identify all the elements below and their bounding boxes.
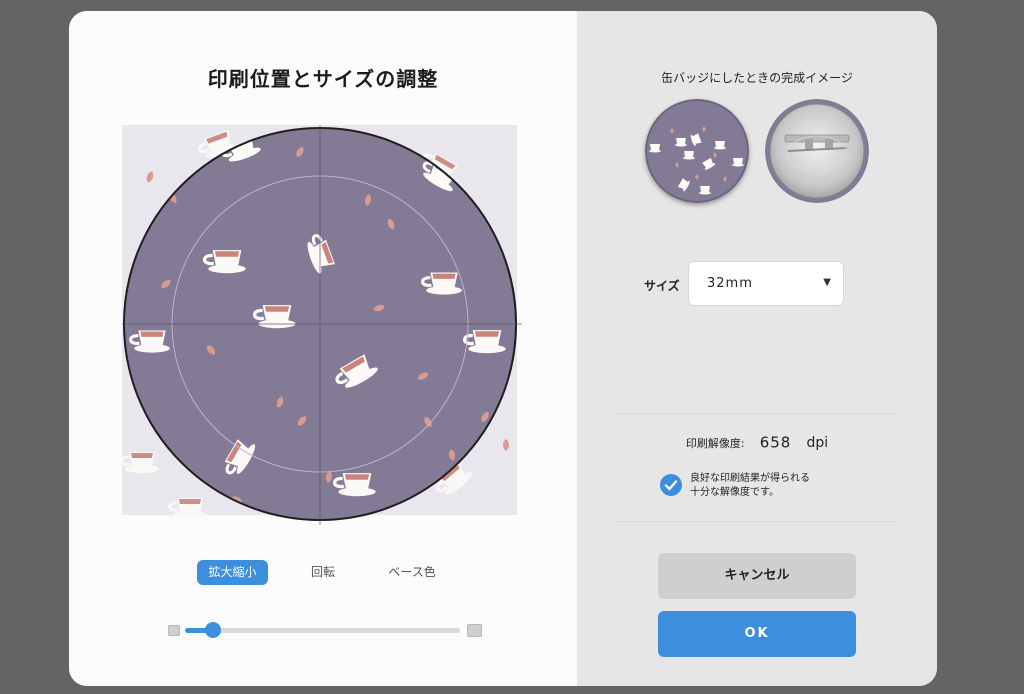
image-small-icon <box>168 625 180 636</box>
resolution-value: 658 <box>759 433 792 452</box>
resolution-row: 印刷解像度: 658 dpi <box>577 432 937 452</box>
resolution-unit: dpi <box>806 434 829 451</box>
zoom-slider-thumb[interactable] <box>205 622 221 638</box>
tab-rotate[interactable]: 回転 <box>301 560 345 585</box>
ok-button[interactable]: OK <box>658 611 856 657</box>
size-select[interactable]: 32mm ▼ <box>688 261 844 306</box>
tab-base-color[interactable]: ベース色 <box>383 560 441 585</box>
divider <box>617 413 897 414</box>
chevron-down-icon: ▼ <box>823 277 831 288</box>
badge-back-preview <box>765 99 869 203</box>
size-select-value: 32mm <box>707 276 753 291</box>
badge-canvas-svg[interactable] <box>122 125 522 525</box>
check-circle-icon <box>660 474 682 496</box>
size-label: サイズ <box>644 279 680 293</box>
tab-scale[interactable]: 拡大縮小 <box>197 560 268 585</box>
badge-editor-dialog: 印刷位置とサイズの調整 拡大縮小 回転 ベース色 缶バッジにしたときの完成イメー… <box>69 11 937 686</box>
editor-panel: 印刷位置とサイズの調整 拡大縮小 回転 ベース色 <box>69 11 577 686</box>
edit-mode-tabs: 拡大縮小 回転 ベース色 <box>69 560 577 586</box>
image-large-icon <box>467 624 482 637</box>
resolution-status-line1: 良好な印刷結果が得られる <box>690 473 810 484</box>
zoom-slider[interactable] <box>165 622 485 638</box>
divider <box>617 521 897 522</box>
preview-title: 缶バッジにしたときの完成イメージ <box>661 71 853 85</box>
cancel-button[interactable]: キャンセル <box>658 553 856 599</box>
image-canvas[interactable] <box>122 125 522 525</box>
resolution-status: 良好な印刷結果が得られる 十分な解像度です。 <box>690 472 810 500</box>
preview-panel: 缶バッジにしたときの完成イメージ サイズ 32mm ▼ 印刷解像度: 658 d… <box>577 11 937 686</box>
zoom-slider-track[interactable] <box>185 622 460 638</box>
badge-front-preview <box>645 99 749 203</box>
resolution-status-line2: 十分な解像度です。 <box>690 487 779 498</box>
resolution-label: 印刷解像度: <box>685 436 745 450</box>
page-title: 印刷位置とサイズの調整 <box>207 67 439 91</box>
